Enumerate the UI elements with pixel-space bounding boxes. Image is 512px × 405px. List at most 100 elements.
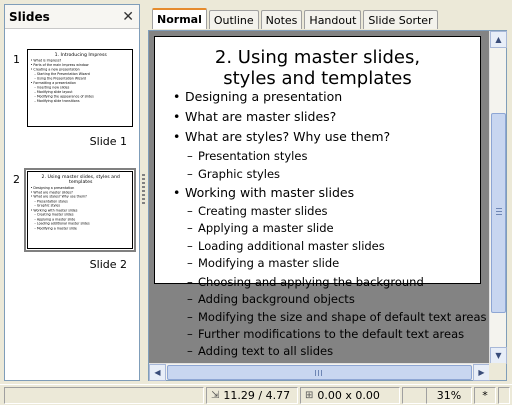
tab-handout[interactable]: Handout: [304, 10, 362, 29]
close-pane-icon[interactable]: ✕: [122, 10, 134, 24]
slide-bullet-text: Designing a presentation: [185, 89, 343, 104]
zoom-level: 31%: [436, 389, 462, 402]
dash-marker-icon: –: [187, 167, 193, 181]
slide-number-2: 2: [13, 173, 20, 186]
slide-bullet-text: Graphic styles: [198, 167, 281, 181]
scroll-grip-icon: [315, 370, 316, 376]
slide-bullet-text: What are styles? Why use them?: [185, 129, 391, 144]
slide-bullet-item: – Applying a master slide: [187, 221, 334, 235]
tab-notes[interactable]: Notes: [260, 10, 303, 29]
horizontal-scrollbar[interactable]: ◀ ▶: [149, 363, 490, 381]
slide-bullet-text: Further modifications to the default tex…: [198, 327, 465, 341]
dash-marker-icon: –: [187, 149, 193, 163]
scroll-grip-icon: [496, 211, 502, 212]
scroll-up-icon[interactable]: ▲: [490, 31, 507, 48]
status-size: 0.00 x 0.00: [317, 389, 380, 402]
scroll-right-icon[interactable]: ▶: [473, 364, 490, 381]
vertical-scroll-thumb[interactable]: [491, 113, 506, 313]
slide-bullet-text: Choosing and applying the background: [198, 275, 424, 289]
slide-bullet-item: – Further modifications to the default te…: [187, 327, 464, 341]
slide-editor: 2. Using master slides, styles and templ…: [148, 30, 507, 381]
dash-marker-icon: –: [187, 256, 193, 270]
status-bar: ⇲ 11.29 / 4.77 ⊞ 0.00 x 0.00 31% *: [0, 384, 512, 405]
dash-marker-icon: –: [187, 344, 193, 358]
slide-bullet-item: – Presentation styles: [187, 149, 307, 163]
signature-field: [498, 387, 510, 404]
slide-bullet-text: Working with master slides: [185, 185, 355, 200]
scroll-left-icon[interactable]: ◀: [149, 364, 166, 381]
status-size-field: ⊞ 0.00 x 0.00: [300, 387, 400, 404]
slide-thumbnail-1[interactable]: 1. Introducing Impress • What is Impress…: [27, 49, 133, 127]
dash-marker-icon: –: [187, 327, 193, 341]
slide-bullet-item: • Designing a presentation: [173, 89, 342, 104]
view-tabs: Normal Outline Notes Handout Slide Sorte…: [152, 8, 440, 29]
slide-bullet-text: Creating master slides: [198, 204, 328, 218]
bullet-marker-icon: •: [173, 129, 181, 144]
slide-bullet-text: Modifying a master slide: [198, 256, 340, 270]
slide-label-1: Slide 1: [89, 135, 127, 148]
modified-indicator: *: [482, 389, 488, 402]
slide-title[interactable]: 2. Using master slides, styles and templ…: [155, 47, 480, 89]
slide-bullet-item: – Adding text to all slides: [187, 344, 333, 358]
vertical-scrollbar[interactable]: ▲ ▼: [489, 31, 507, 364]
slide-bullet-text: Adding text to all slides: [198, 344, 334, 358]
status-position-field: ⇲ 11.29 / 4.77: [206, 387, 298, 404]
thumbnail-title: 1. Introducing Impress: [54, 51, 107, 58]
size-icon: ⊞: [305, 390, 314, 401]
dash-marker-icon: –: [187, 204, 193, 218]
thumbnail-bullet: – Modifying a master slide: [34, 226, 77, 231]
bullet-marker-icon: •: [173, 109, 181, 124]
slide-title-line-2: styles and templates: [223, 68, 412, 89]
slide-label-2: Slide 2: [89, 258, 127, 271]
impress-window: Slides ✕ 1 1. Introducing Impress • What…: [0, 0, 512, 405]
pane-splitter[interactable]: [140, 4, 147, 381]
thumbnail-title: 2. Using master slides, styles and templ…: [41, 173, 120, 185]
splitter-grip-icon: [142, 174, 145, 204]
slide-number-1: 1: [13, 53, 20, 66]
slide-bullet-item: • What are styles? Why use them?: [173, 129, 390, 144]
slide-bullet-item: • What are master slides?: [173, 109, 336, 124]
zoom-field[interactable]: 31%: [426, 387, 472, 404]
document-modified-field: *: [474, 387, 496, 404]
slide-bullet-item: – Loading additional master slides: [187, 239, 385, 253]
tab-outline[interactable]: Outline: [208, 10, 259, 29]
dash-marker-icon: –: [187, 239, 193, 253]
scroll-grip-icon: [321, 370, 322, 376]
slide-bullet-text: Loading additional master slides: [198, 239, 385, 253]
status-position: 11.29 / 4.77: [223, 389, 291, 402]
tab-normal[interactable]: Normal: [152, 8, 207, 29]
slide-title-line-1: 2. Using master slides,: [214, 47, 421, 68]
scroll-down-icon[interactable]: ▼: [490, 347, 507, 364]
slide-bullet-item: – Choosing and applying the background: [187, 275, 424, 289]
dash-marker-icon: –: [187, 221, 193, 235]
dash-marker-icon: –: [187, 292, 193, 306]
slide-bullet-item: – Creating master slides: [187, 204, 328, 218]
slide-thumbnail-2[interactable]: 2. Using master slides, styles and templ…: [24, 168, 136, 252]
slide-bullet-text: Modifying the size and shape of default …: [198, 310, 487, 324]
scrollbar-corner: [489, 363, 506, 380]
slide-bullet-text: Presentation styles: [198, 149, 308, 163]
scroll-grip-icon: [496, 208, 502, 209]
scroll-grip-icon: [496, 214, 502, 215]
dash-marker-icon: –: [187, 275, 193, 289]
position-icon: ⇲: [211, 390, 220, 401]
slide-bullet-item: – Adding background objects: [187, 292, 355, 306]
horizontal-scroll-thumb[interactable]: [167, 365, 472, 380]
slide-canvas[interactable]: 2. Using master slides, styles and templ…: [149, 31, 490, 364]
slide-bullet-item: – Modifying a master slide: [187, 256, 339, 270]
bullet-marker-icon: •: [173, 185, 181, 200]
slides-pane-header: Slides ✕: [5, 5, 139, 29]
bullet-marker-icon: •: [173, 89, 181, 104]
slide-bullet-text: Applying a master slide: [198, 221, 334, 235]
tab-slide-sorter[interactable]: Slide Sorter: [363, 10, 438, 29]
slide-bullet-item: – Modifying the size and shape of default…: [187, 310, 487, 324]
slide-bullet-item: – Graphic styles: [187, 167, 280, 181]
scroll-grip-icon: [318, 370, 319, 376]
slides-pane: Slides ✕ 1 1. Introducing Impress • What…: [4, 4, 140, 381]
slide-bullet-text: Adding background objects: [198, 292, 355, 306]
slide-bullet-text: What are master slides?: [185, 109, 337, 124]
dash-marker-icon: –: [187, 310, 193, 324]
slide-bullet-item: • Working with master slides: [173, 185, 354, 200]
status-message-field: [4, 387, 204, 404]
thumbnail-bullet: – Modifying slide transitions: [34, 99, 80, 103]
